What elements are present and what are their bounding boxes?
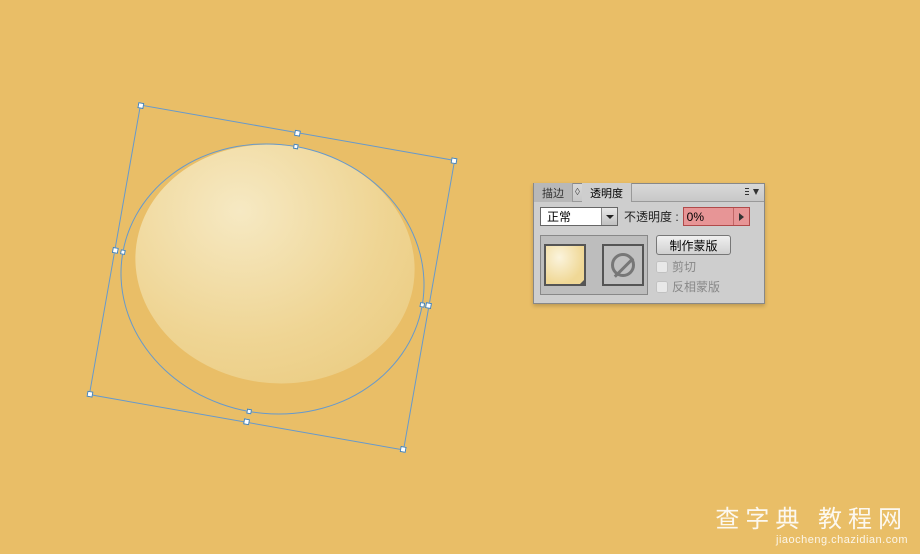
canvas-artwork[interactable] bbox=[115, 120, 435, 440]
resize-handle[interactable] bbox=[294, 130, 301, 137]
panel-tab-bar: 描边 ◊ 透明度 bbox=[534, 184, 764, 202]
resize-handle[interactable] bbox=[425, 302, 432, 309]
blend-opacity-row: 正常 不透明度 : bbox=[534, 202, 764, 231]
watermark: 查字典 教程网 jiaocheng.chazidian.com bbox=[715, 499, 908, 546]
panel-menu-button[interactable] bbox=[745, 187, 761, 199]
make-mask-button[interactable]: 制作蒙版 bbox=[656, 235, 731, 255]
transparency-panel: 描边 ◊ 透明度 正常 不透明度 : bbox=[533, 183, 765, 304]
blend-mode-value: 正常 bbox=[541, 208, 571, 225]
dropdown-arrow-icon[interactable] bbox=[601, 208, 617, 225]
resize-handle[interactable] bbox=[400, 446, 407, 453]
resize-handle[interactable] bbox=[243, 418, 250, 425]
watermark-title: 查字典 教程网 bbox=[715, 499, 908, 534]
resize-handle[interactable] bbox=[87, 391, 94, 398]
mask-row: 制作蒙版 剪切 反相蒙版 bbox=[534, 231, 764, 303]
invert-mask-checkbox bbox=[656, 281, 668, 293]
selection-bounding-box[interactable] bbox=[89, 104, 455, 450]
clip-checkbox bbox=[656, 261, 668, 273]
opacity-label: 不透明度 : bbox=[624, 208, 679, 225]
tab-separator: ◊ bbox=[573, 187, 582, 198]
tab-stroke[interactable]: 描边 bbox=[534, 183, 573, 202]
no-mask-icon bbox=[611, 253, 635, 277]
clip-label: 剪切 bbox=[672, 258, 696, 275]
object-thumbnail[interactable] bbox=[544, 244, 586, 286]
resize-handle[interactable] bbox=[451, 157, 458, 164]
mask-controls: 制作蒙版 剪切 反相蒙版 bbox=[656, 235, 731, 295]
invert-mask-checkbox-row[interactable]: 反相蒙版 bbox=[656, 278, 731, 295]
opacity-slider-arrow-icon[interactable] bbox=[733, 208, 749, 225]
tab-transparency[interactable]: 透明度 bbox=[582, 183, 632, 202]
opacity-input[interactable] bbox=[684, 210, 728, 224]
resize-handle[interactable] bbox=[112, 246, 119, 253]
opacity-thumbnails bbox=[540, 235, 648, 295]
watermark-url: jiaocheng.chazidian.com bbox=[715, 534, 908, 546]
invert-mask-label: 反相蒙版 bbox=[672, 278, 720, 295]
blend-mode-select[interactable]: 正常 bbox=[540, 207, 618, 226]
clip-checkbox-row[interactable]: 剪切 bbox=[656, 258, 731, 275]
opacity-input-wrap[interactable] bbox=[683, 207, 750, 226]
mask-thumbnail[interactable] bbox=[602, 244, 644, 286]
resize-handle[interactable] bbox=[137, 102, 144, 109]
